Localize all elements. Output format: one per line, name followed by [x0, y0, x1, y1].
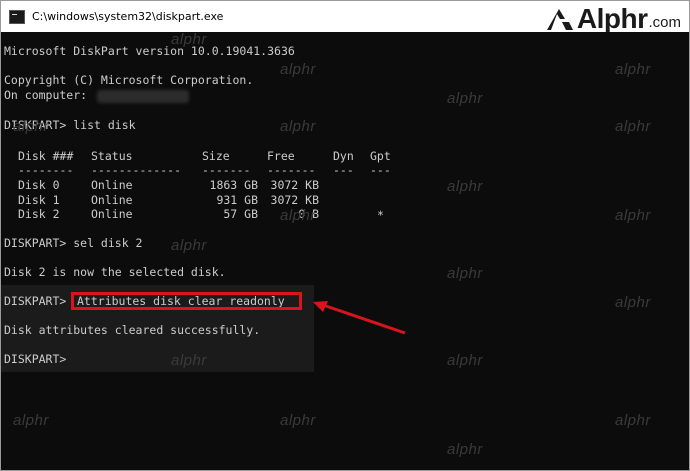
disk-size: 1863 GB	[209, 178, 258, 192]
watermark: alphr	[171, 237, 207, 254]
watermark: alphr	[280, 412, 316, 429]
col-header-disk: Disk ###	[18, 149, 74, 163]
col-header-dyn: Dyn	[333, 149, 354, 163]
separator: --------	[18, 163, 74, 177]
copyright-line: Copyright (C) Microsoft Corporation.	[4, 73, 254, 87]
version-line: Microsoft DiskPart version 10.0.19041.36…	[4, 44, 295, 58]
disk-status: Online	[91, 193, 133, 207]
col-header-free: Free	[267, 149, 295, 163]
disk-name: Disk 2	[18, 207, 60, 221]
red-arrow-annotation	[313, 301, 406, 335]
watermark: alphr	[447, 441, 483, 458]
watermark: alphr	[171, 31, 207, 48]
title-bar[interactable]: C:\windows\system32\diskpart.exe Alphr .…	[1, 1, 689, 33]
col-header-size: Size	[202, 149, 230, 163]
disk-gpt: *	[377, 208, 384, 222]
separator: ---	[333, 163, 354, 177]
separator: -------	[202, 163, 251, 177]
disk-free: 3072 KB	[270, 193, 319, 207]
final-prompt[interactable]: DISKPART>	[4, 352, 66, 366]
disk-free: 3072 KB	[270, 178, 319, 192]
watermark: alphr	[447, 265, 483, 282]
watermark: alphr	[13, 412, 49, 429]
computer-line: On computer:	[4, 88, 88, 102]
watermark: alphr	[13, 118, 49, 135]
sel-disk-command: DISKPART> sel disk 2	[4, 236, 143, 250]
watermark: alphr	[615, 207, 651, 224]
watermark: alphr	[615, 61, 651, 78]
watermark: alphr	[171, 352, 207, 369]
watermark: alphr	[447, 178, 483, 195]
disk-name: Disk 0	[18, 178, 60, 192]
watermark: alphr	[615, 118, 651, 135]
alphr-logo: Alphr .com	[545, 5, 681, 33]
disk-status: Online	[91, 178, 133, 192]
watermark: alphr	[615, 294, 651, 311]
watermark: alphr	[280, 207, 316, 224]
console-output[interactable]: Microsoft DiskPart version 10.0.19041.36…	[1, 31, 689, 470]
watermark: alphr	[280, 118, 316, 135]
disk-status: Online	[91, 207, 133, 221]
prompt: DISKPART>	[4, 294, 67, 308]
disk-size: 57 GB	[223, 207, 258, 221]
selected-message: Disk 2 is now the selected disk.	[4, 265, 226, 279]
cleared-message: Disk attributes cleared successfully.	[4, 323, 261, 337]
command-highlight-box	[71, 292, 302, 310]
separator: -------	[267, 163, 316, 177]
alphr-logo-icon	[546, 9, 573, 30]
disk-size: 931 GB	[216, 193, 258, 207]
col-header-status: Status	[91, 149, 133, 163]
redacted-computer-name	[97, 90, 189, 103]
watermark: alphr	[615, 412, 651, 429]
disk-name: Disk 1	[18, 193, 60, 207]
watermark: alphr	[447, 90, 483, 107]
separator: -------------	[91, 163, 182, 177]
logo-text: Alphr	[576, 3, 648, 34]
watermark: alphr	[280, 61, 316, 78]
window-title: C:\windows\system32\diskpart.exe	[32, 10, 224, 23]
console-app-icon	[9, 9, 25, 24]
col-header-gpt: Gpt	[370, 149, 391, 163]
logo-suffix: .com	[648, 14, 681, 31]
diskpart-window: C:\windows\system32\diskpart.exe Alphr .…	[0, 0, 690, 471]
watermark: alphr	[447, 352, 483, 369]
separator: ---	[370, 163, 391, 177]
